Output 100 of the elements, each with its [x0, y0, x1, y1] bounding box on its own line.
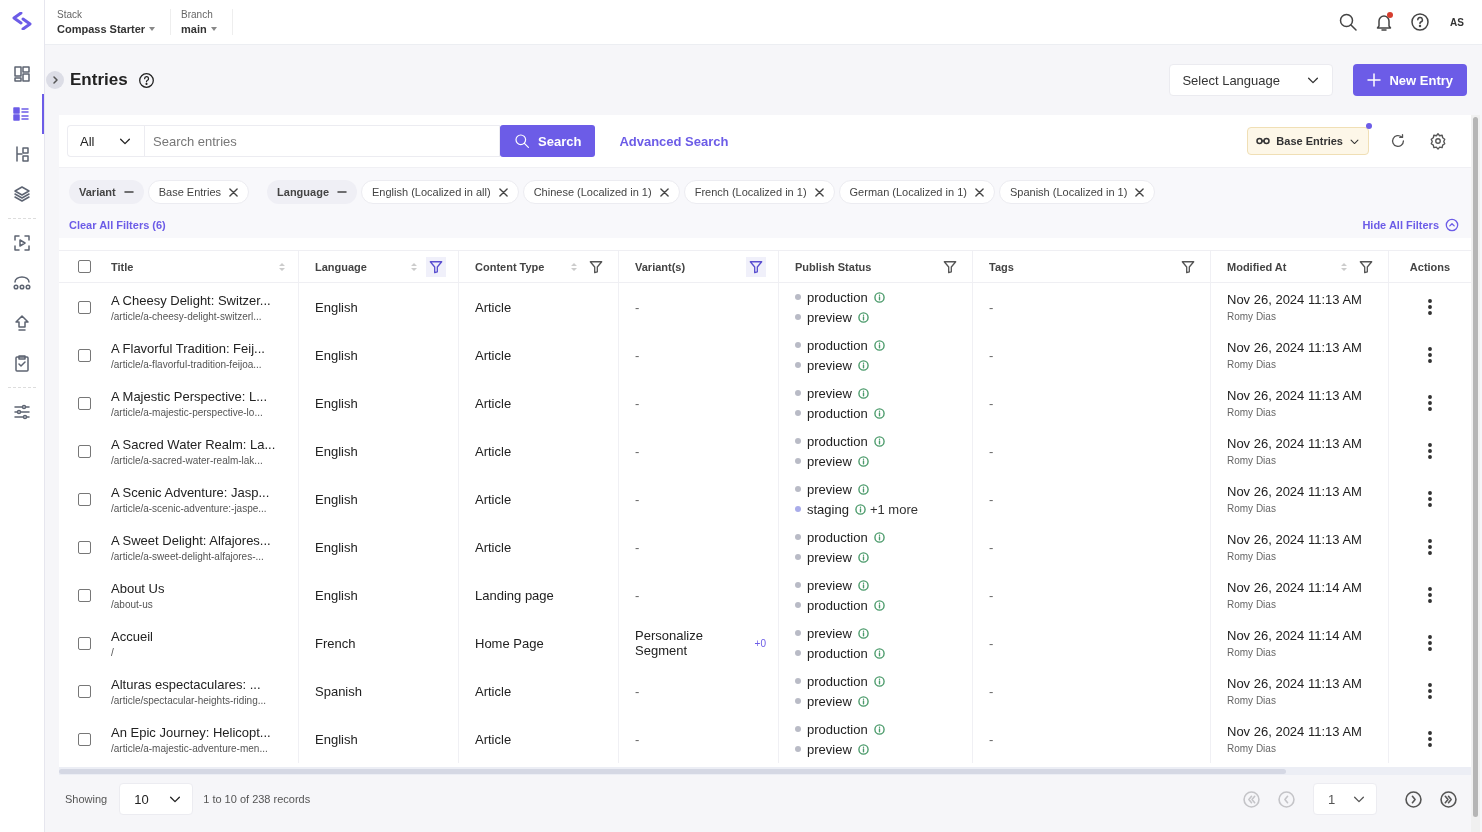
more-icon[interactable] [1428, 491, 1432, 507]
filter-chip[interactable]: Base Entries [147, 180, 250, 204]
page-select[interactable]: 1 [1313, 783, 1377, 815]
filter-icon[interactable] [429, 259, 443, 274]
entry-title[interactable]: A Scenic Adventure: Jasp... [111, 484, 270, 500]
filter-icon[interactable] [1359, 259, 1373, 274]
language-select[interactable]: Select Language [1169, 64, 1334, 96]
clear-filters-link[interactable]: Clear All Filters (6) [69, 219, 166, 231]
checkbox[interactable] [78, 732, 91, 746]
more-link[interactable]: +1 more [869, 501, 918, 517]
info-icon[interactable] [873, 339, 885, 351]
info-icon[interactable] [857, 387, 869, 399]
layers-icon[interactable] [12, 184, 32, 204]
checkbox[interactable] [78, 348, 91, 362]
info-icon[interactable] [857, 743, 869, 755]
search-icon[interactable] [1338, 12, 1358, 32]
last-page-icon[interactable] [1440, 790, 1457, 808]
info-icon[interactable] [857, 627, 869, 639]
help-icon[interactable] [1410, 12, 1430, 32]
sliders-icon[interactable] [12, 402, 32, 422]
filter-chip[interactable]: Chinese (Localized in 1) [522, 180, 680, 204]
info-icon[interactable] [854, 503, 866, 515]
checkbox[interactable] [78, 396, 91, 410]
info-icon[interactable] [857, 551, 869, 563]
more-icon[interactable] [1428, 683, 1432, 699]
search-field[interactable]: Search entries [144, 125, 500, 157]
info-icon[interactable] [873, 599, 885, 611]
more-icon[interactable] [1428, 587, 1432, 603]
scope-select[interactable]: All [67, 125, 144, 157]
info-icon[interactable] [873, 723, 885, 735]
variant-count[interactable]: +0 [754, 637, 766, 649]
preview-frame-icon[interactable] [12, 233, 32, 253]
checkbox[interactable] [78, 636, 91, 650]
new-entry-button[interactable]: New Entry [1353, 64, 1467, 96]
crumb-dropdown[interactable]: Compass Starter [57, 23, 157, 35]
filter-icon[interactable] [943, 259, 957, 274]
advanced-search-link[interactable]: Advanced Search [619, 133, 729, 149]
page-size-select[interactable]: 10 [119, 783, 194, 815]
more-icon[interactable] [1428, 539, 1432, 555]
bell-icon[interactable] [1374, 12, 1394, 32]
checkbox[interactable] [78, 260, 91, 273]
vertical-scrollbar[interactable] [1471, 115, 1480, 832]
more-icon[interactable] [1428, 731, 1432, 747]
info-icon[interactable] [857, 483, 869, 495]
more-icon[interactable] [1428, 443, 1432, 459]
info-icon[interactable] [873, 531, 885, 543]
info-icon[interactable] [857, 695, 869, 707]
filter-chip[interactable]: German (Localized in 1) [838, 180, 995, 204]
checkbox[interactable] [78, 492, 91, 506]
hide-filters-link[interactable]: Hide All Filters [1362, 218, 1459, 232]
info-icon[interactable] [873, 407, 885, 419]
filter-icon[interactable] [1181, 259, 1195, 274]
entry-title[interactable]: A Cheesy Delight: Switzer... [111, 292, 271, 308]
filter-chip[interactable]: French (Localized in 1) [683, 180, 835, 204]
refresh-icon[interactable] [1389, 132, 1407, 150]
info-icon[interactable] [873, 675, 885, 687]
help-icon[interactable] [137, 71, 155, 89]
info-icon[interactable] [857, 359, 869, 371]
next-page-icon[interactable] [1405, 790, 1422, 808]
avatar[interactable]: AS [1446, 11, 1468, 33]
more-icon[interactable] [1428, 395, 1432, 411]
close-icon [974, 187, 984, 197]
upload-icon[interactable] [12, 313, 32, 333]
entry-title[interactable]: An Epic Journey: Helicopt... [111, 724, 271, 740]
search-button[interactable]: Search [500, 125, 596, 157]
checkbox[interactable] [78, 540, 91, 554]
filter-group-label[interactable]: Variant [69, 180, 144, 204]
list-icon[interactable] [11, 104, 31, 124]
collapse-button[interactable] [46, 71, 64, 89]
filter-chip[interactable]: English (Localized in all) [361, 180, 519, 204]
status-name: production [807, 721, 868, 737]
entry-title[interactable]: A Sweet Delight: Alfajores... [111, 532, 271, 548]
filter-chip[interactable]: Spanish (Localized in 1) [998, 180, 1156, 204]
checkbox[interactable] [78, 300, 91, 314]
entry-title[interactable]: A Majestic Perspective: L... [111, 388, 268, 404]
entry-title[interactable]: Alturas espectaculares: ... [111, 676, 261, 692]
checkbox[interactable] [78, 684, 91, 698]
filter-icon[interactable] [749, 259, 763, 274]
crumb-dropdown[interactable]: main [181, 23, 218, 35]
more-icon[interactable] [1428, 635, 1432, 651]
horizontal-scrollbar[interactable] [59, 767, 1471, 775]
entry-title[interactable]: About Us [111, 580, 165, 596]
settings-icon[interactable] [1429, 132, 1447, 150]
info-icon[interactable] [857, 455, 869, 467]
info-icon[interactable] [857, 311, 869, 323]
info-icon[interactable] [857, 579, 869, 591]
dashboard-icon[interactable] [12, 64, 32, 84]
checkbox[interactable] [78, 588, 91, 602]
info-icon[interactable] [873, 647, 885, 659]
checkbox[interactable] [78, 444, 91, 458]
info-icon[interactable] [873, 435, 885, 447]
filter-icon[interactable] [589, 259, 603, 274]
checklist-icon[interactable] [12, 353, 32, 373]
more-icon[interactable] [1428, 299, 1432, 315]
entry-title[interactable]: Accueil [111, 628, 153, 644]
info-icon[interactable] [873, 291, 885, 303]
entry-title[interactable]: A Flavorful Tradition: Feij... [111, 340, 265, 356]
filter-group-label[interactable]: Language [267, 180, 357, 204]
more-icon[interactable] [1428, 347, 1432, 363]
entry-title[interactable]: A Sacred Water Realm: La... [111, 436, 276, 452]
